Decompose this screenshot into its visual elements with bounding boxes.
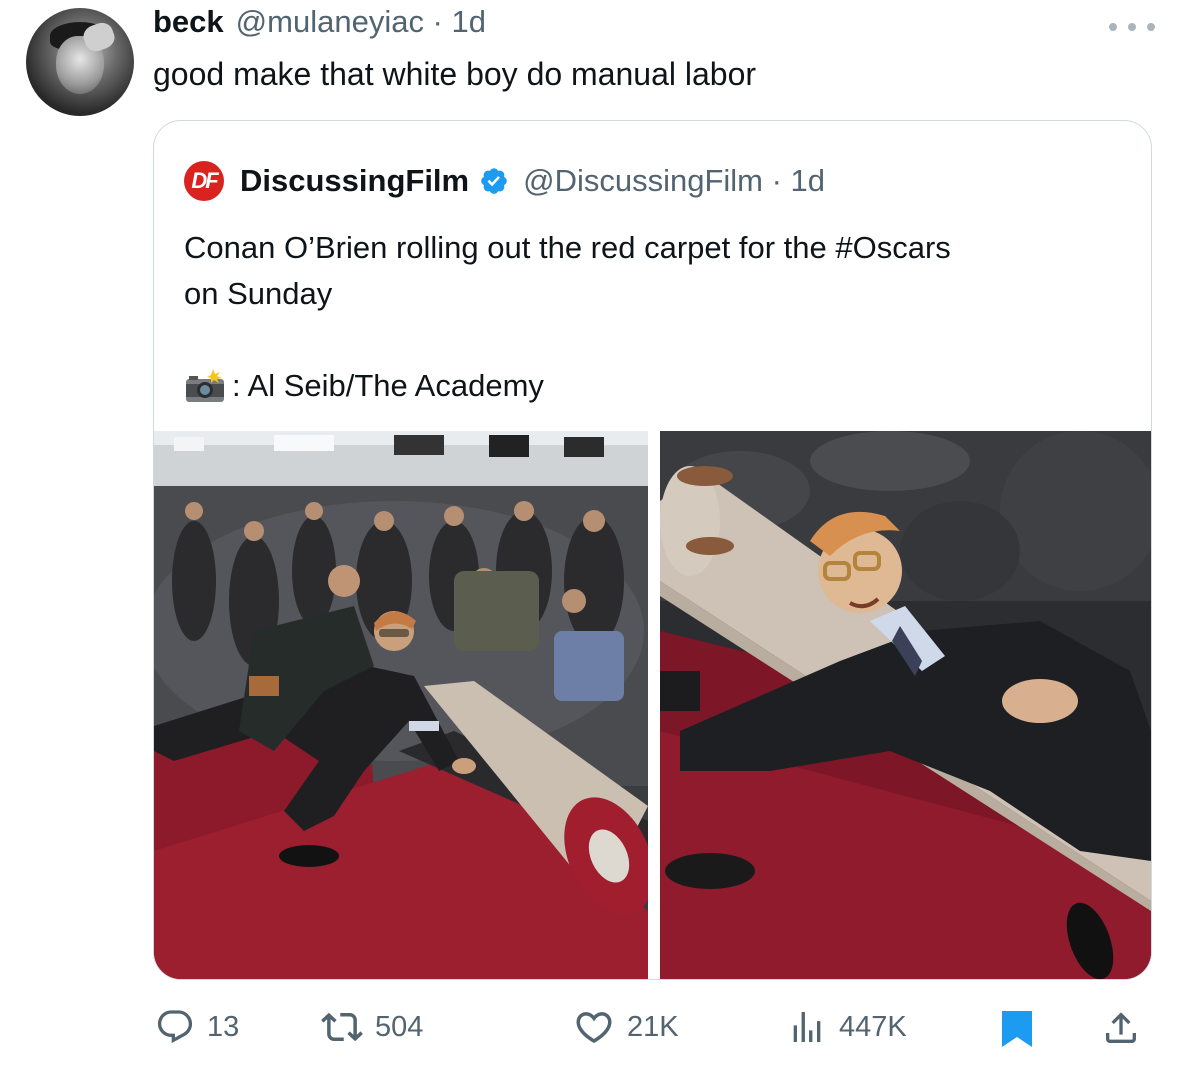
quoted-tweet-text: Conan O’Brien rolling out the red carpet… xyxy=(184,225,951,317)
reply-count: 13 xyxy=(207,1010,240,1043)
share-icon[interactable] xyxy=(1101,1006,1141,1050)
photo-credit-text: : Al Seib/The Academy xyxy=(232,368,544,403)
photo-conan-on-carpet[interactable] xyxy=(660,431,1151,979)
like-count: 21K xyxy=(627,1010,679,1043)
photo-carpet-push-image xyxy=(154,431,648,979)
photo-credit: : Al Seib/The Academy xyxy=(184,363,544,409)
quoted-author-handle[interactable]: @DiscussingFilm · 1d xyxy=(523,163,825,199)
author-avatar[interactable] xyxy=(26,8,134,116)
tweet-header: beck @mulaneyiac · 1d xyxy=(153,4,486,48)
more-dot xyxy=(1109,23,1117,31)
heart-icon xyxy=(576,1012,612,1044)
camera-flash-icon xyxy=(186,369,224,402)
views-count: 447K xyxy=(839,1010,907,1043)
author-handle[interactable]: @mulaneyiac · 1d xyxy=(236,4,486,40)
retweet-count: 504 xyxy=(375,1010,424,1043)
more-options-icon[interactable] xyxy=(1109,12,1155,42)
tweet-text: good make that white boy do manual labor xyxy=(153,56,757,92)
views-button[interactable]: 447K xyxy=(787,1000,907,1054)
retweet-button[interactable]: 504 xyxy=(321,1000,423,1054)
author-name[interactable]: beck xyxy=(153,4,224,40)
quoted-tweet-header: DF DiscussingFilm @DiscussingFilm · 1d xyxy=(184,159,825,203)
photo-carpet-push[interactable] xyxy=(154,431,648,979)
photo-conan-on-carpet-image xyxy=(660,431,1151,979)
quoted-text-line: Conan O’Brien rolling out the red carpet… xyxy=(184,230,951,265)
more-dot xyxy=(1128,23,1136,31)
like-button[interactable]: 21K xyxy=(573,1000,679,1054)
reply-icon xyxy=(157,1010,193,1044)
retweet-icon xyxy=(321,1012,363,1042)
tweet-action-bar: 13 504 21K 447K xyxy=(153,1000,1150,1054)
discussingfilm-logo-icon[interactable]: DF xyxy=(184,161,224,201)
verified-badge-icon xyxy=(481,168,507,194)
quoted-tweet-card[interactable]: DF DiscussingFilm @DiscussingFilm · 1d C… xyxy=(153,120,1152,980)
quoted-author-name[interactable]: DiscussingFilm xyxy=(240,163,469,199)
quoted-text-line: on Sunday xyxy=(184,276,333,311)
reply-button[interactable]: 13 xyxy=(155,1000,239,1054)
bookmark-icon[interactable] xyxy=(999,1009,1035,1049)
logo-text: DF xyxy=(191,168,218,193)
views-chart-icon xyxy=(793,1012,821,1042)
more-dot xyxy=(1147,23,1155,31)
